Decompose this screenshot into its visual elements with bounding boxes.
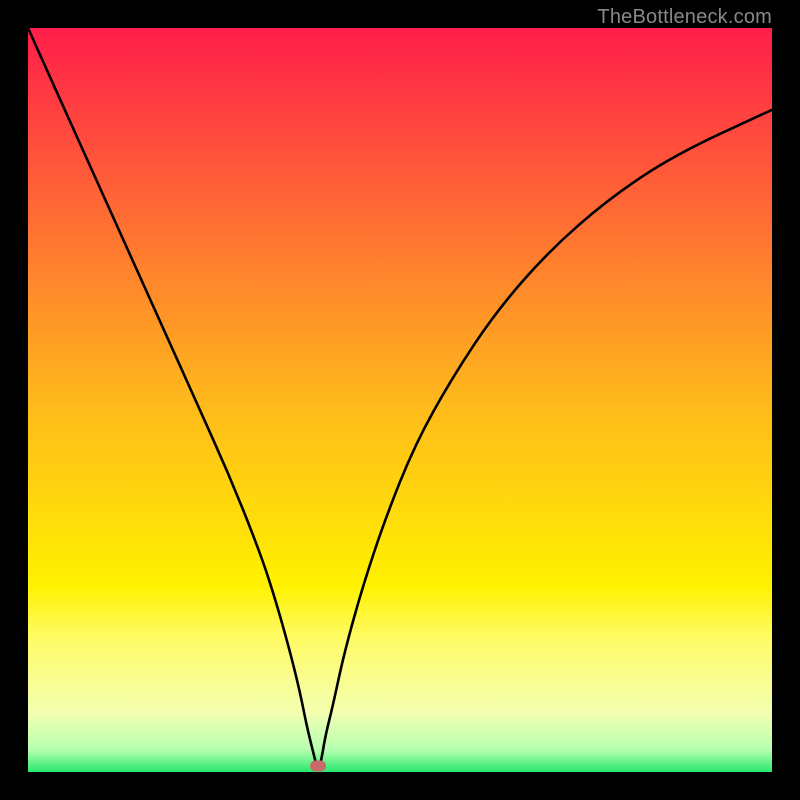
curve-layer — [28, 28, 772, 772]
minimum-marker — [310, 761, 326, 772]
plot-area — [28, 28, 772, 772]
bottleneck-curve — [28, 28, 772, 768]
watermark-text: TheBottleneck.com — [597, 6, 772, 29]
chart-frame: TheBottleneck.com — [0, 0, 800, 800]
